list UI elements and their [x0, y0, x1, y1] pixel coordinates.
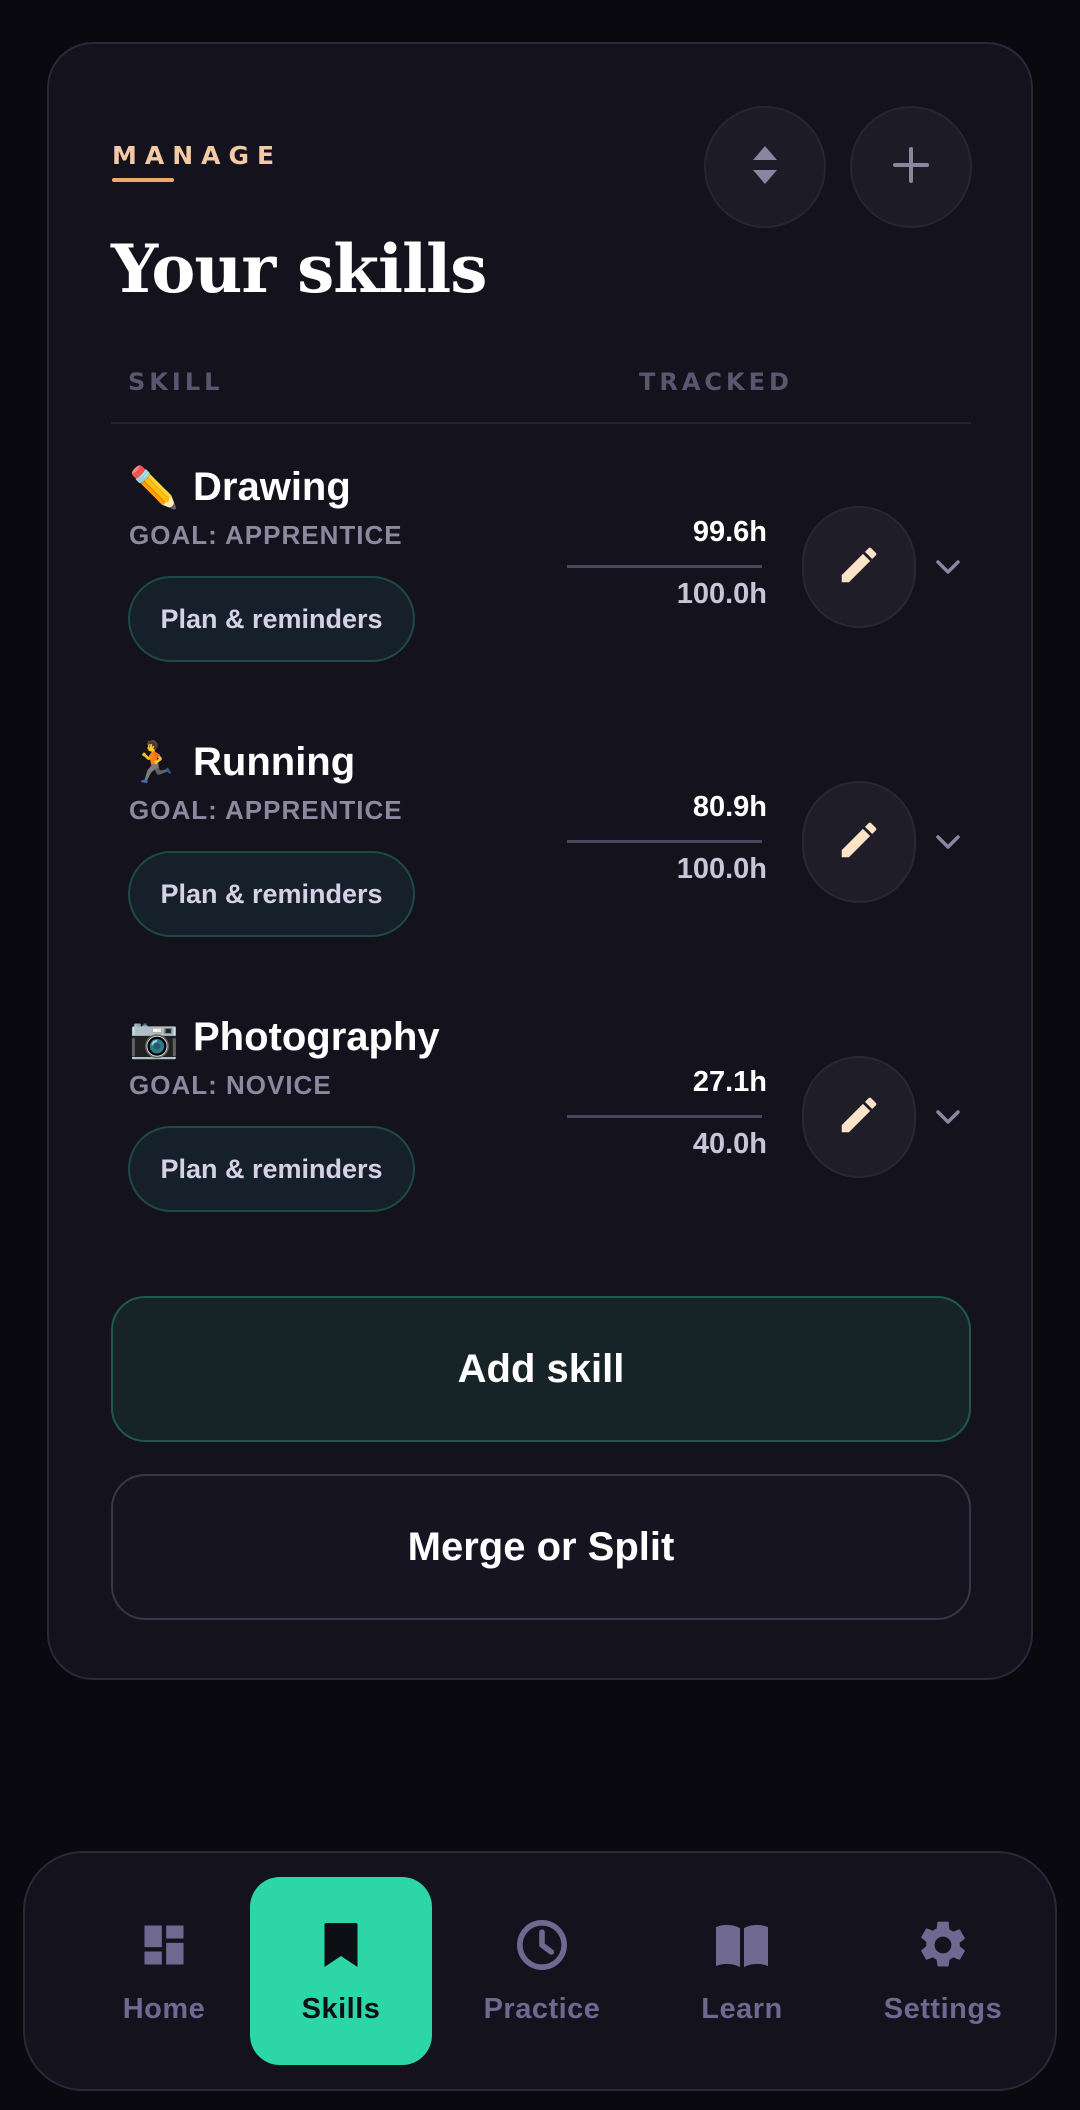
bottom-nav: Home Skills Practice Learn Settings	[23, 1851, 1057, 2091]
edit-button[interactable]	[802, 781, 916, 903]
nav-label: Practice	[483, 1992, 601, 2025]
bookmark-icon	[313, 1917, 369, 1973]
skill-row: 📷 Photography GOAL: NOVICE Plan & remind…	[49, 1014, 1035, 1254]
plan-reminders-button[interactable]: Plan & reminders	[128, 851, 415, 937]
skill-goal: GOAL: APPRENTICE	[129, 795, 403, 825]
edit-button[interactable]	[802, 1056, 916, 1178]
skill-name: Running	[193, 740, 356, 784]
skills-card: MANAGE Your skills SKILL TRACKED ✏️ Draw…	[47, 42, 1033, 1680]
book-icon	[714, 1917, 770, 1973]
expand-chevron-down-icon[interactable]	[933, 552, 963, 582]
expand-chevron-down-icon[interactable]	[933, 1102, 963, 1132]
reorder-button[interactable]	[704, 106, 826, 228]
nav-label: Skills	[301, 1992, 381, 2025]
target-hours: 40.0h	[692, 1128, 767, 1160]
plan-reminders-button[interactable]: Plan & reminders	[128, 1126, 415, 1212]
nav-label: Home	[122, 1992, 206, 2025]
pencil-icon	[836, 1092, 882, 1143]
nav-item-settings[interactable]: Settings	[852, 1877, 1034, 2065]
runner-emoji-icon: 🏃	[129, 741, 179, 785]
target-hours: 100.0h	[676, 578, 767, 610]
nav-label: Settings	[883, 1992, 1003, 2025]
nav-item-home[interactable]: Home	[73, 1877, 255, 2065]
plus-icon	[891, 145, 931, 190]
tracked-hours: 27.1h	[692, 1066, 767, 1098]
tracked-hours: 99.6h	[692, 516, 767, 548]
merge-split-button[interactable]: Merge or Split	[111, 1474, 971, 1620]
pencil-emoji-icon: ✏️	[129, 466, 179, 510]
skill-goal: GOAL: NOVICE	[129, 1070, 332, 1100]
add-button[interactable]	[850, 106, 972, 228]
skill-name: Photography	[193, 1015, 440, 1059]
column-header-skill: SKILL	[128, 368, 224, 396]
add-skill-button[interactable]: Add skill	[111, 1296, 971, 1442]
section-eyebrow: MANAGE	[112, 141, 283, 170]
pencil-icon	[836, 817, 882, 868]
camera-emoji-icon: 📷	[129, 1016, 179, 1060]
pencil-icon	[836, 542, 882, 593]
header-divider	[111, 422, 971, 424]
sort-icon	[751, 142, 779, 193]
skill-title: ✏️ Drawing	[129, 464, 351, 511]
nav-item-practice[interactable]: Practice	[451, 1877, 633, 2065]
tracked-divider	[567, 565, 762, 568]
clock-icon	[514, 1917, 570, 1973]
skill-row: 🏃 Running GOAL: APPRENTICE Plan & remind…	[49, 739, 1035, 979]
nav-item-learn[interactable]: Learn	[651, 1877, 833, 2065]
expand-chevron-down-icon[interactable]	[933, 827, 963, 857]
tracked-divider	[567, 1115, 762, 1118]
edit-button[interactable]	[802, 506, 916, 628]
eyebrow-underline	[112, 178, 174, 182]
nav-item-skills[interactable]: Skills	[250, 1877, 432, 2065]
skill-goal: GOAL: APPRENTICE	[129, 520, 403, 550]
page-title: Your skills	[111, 230, 487, 308]
skill-title: 📷 Photography	[129, 1014, 440, 1061]
column-header-tracked: TRACKED	[639, 368, 793, 396]
tracked-divider	[567, 840, 762, 843]
gear-icon	[915, 1917, 971, 1973]
plan-reminders-button[interactable]: Plan & reminders	[128, 576, 415, 662]
skill-row: ✏️ Drawing GOAL: APPRENTICE Plan & remin…	[49, 464, 1035, 704]
nav-label: Learn	[701, 1992, 783, 2025]
target-hours: 100.0h	[676, 853, 767, 885]
skill-title: 🏃 Running	[129, 739, 355, 786]
skill-name: Drawing	[193, 465, 351, 509]
tracked-hours: 80.9h	[692, 791, 767, 823]
dashboard-icon	[136, 1917, 192, 1973]
